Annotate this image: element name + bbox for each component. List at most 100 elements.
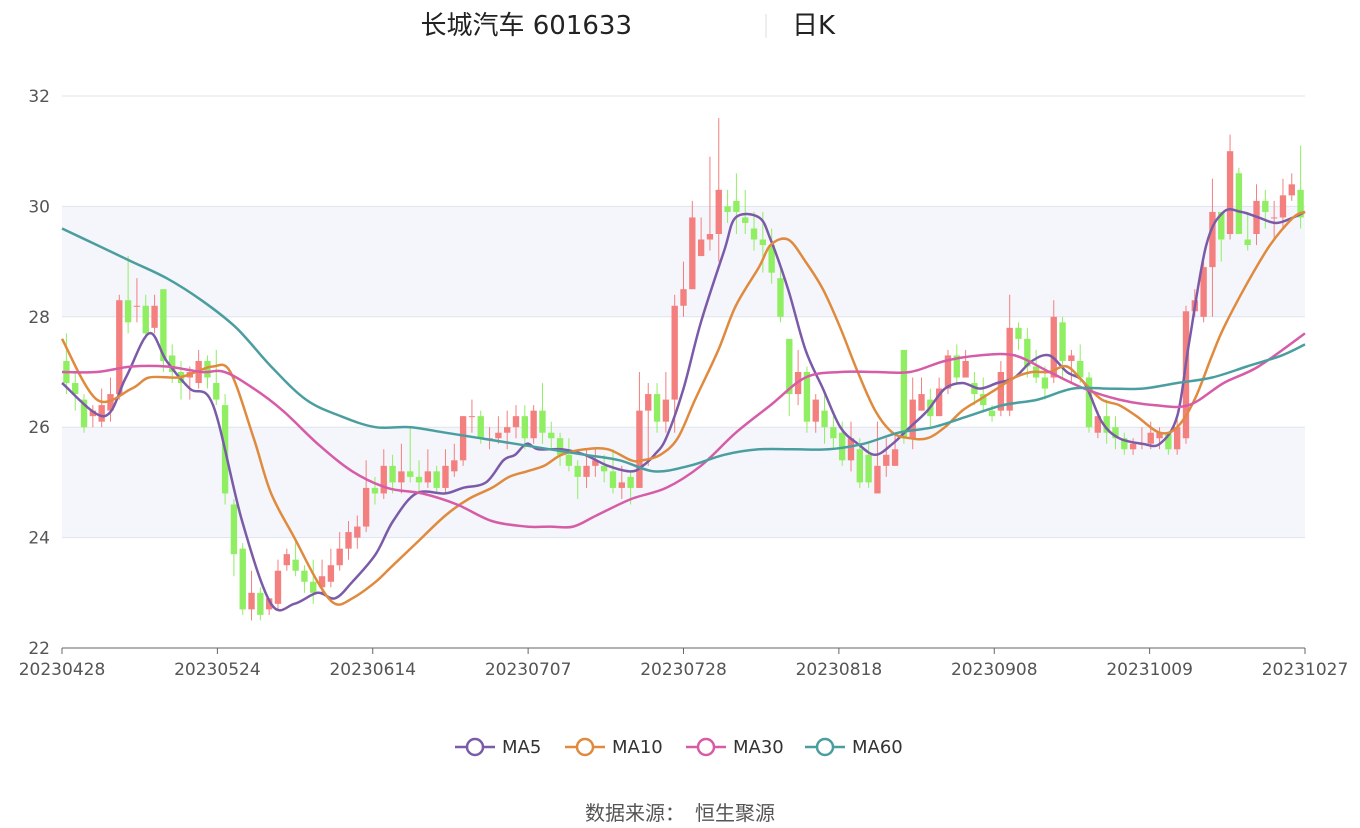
candle-body bbox=[618, 482, 625, 488]
candle-body bbox=[504, 427, 511, 433]
legend-item-ma5[interactable]: MA5 bbox=[455, 737, 541, 758]
candle-body bbox=[759, 239, 767, 246]
candle-body bbox=[1129, 443, 1137, 450]
candle-body bbox=[803, 372, 811, 422]
y-tick-label: 32 bbox=[28, 87, 50, 107]
candle-body bbox=[301, 570, 308, 582]
candle-body bbox=[1147, 432, 1154, 444]
candle-body bbox=[1270, 217, 1278, 219]
candle-body bbox=[715, 189, 722, 234]
candle-body bbox=[821, 410, 828, 428]
candle-body bbox=[142, 305, 149, 334]
candle-body bbox=[116, 300, 123, 395]
candle-body bbox=[380, 465, 387, 494]
candle-body bbox=[733, 200, 740, 212]
candle-body bbox=[988, 410, 996, 417]
source-name: 恒生聚源 bbox=[695, 801, 775, 825]
candle-body bbox=[680, 289, 687, 306]
y-tick-label: 30 bbox=[28, 197, 50, 217]
candle-body bbox=[371, 487, 379, 494]
candle-body bbox=[1068, 355, 1075, 361]
candle-body bbox=[1059, 322, 1066, 361]
candle-body bbox=[354, 526, 361, 538]
legend-marker bbox=[815, 737, 835, 757]
candle-body bbox=[98, 405, 105, 422]
x-tick-label: 20230524 bbox=[174, 660, 261, 680]
candle-body bbox=[724, 206, 731, 212]
y-tick-label: 22 bbox=[28, 639, 50, 659]
x-axis: 20230428 20230524 20230614 20230707 20230728… bbox=[19, 648, 1349, 680]
candle-body bbox=[310, 581, 317, 593]
candle-body bbox=[1235, 173, 1243, 234]
candle-body bbox=[1244, 239, 1251, 246]
candle-body bbox=[856, 449, 863, 483]
y-tick-label: 28 bbox=[28, 308, 50, 328]
candle-body bbox=[812, 399, 819, 422]
candle-body bbox=[151, 305, 158, 328]
candle-body bbox=[830, 427, 837, 439]
candle-body bbox=[442, 465, 449, 488]
candle-body bbox=[1226, 151, 1234, 234]
candle-body bbox=[407, 471, 414, 477]
band-0 bbox=[62, 427, 1305, 538]
candle-body bbox=[133, 305, 141, 307]
x-tick-label: 20231009 bbox=[1106, 660, 1193, 680]
candle-body bbox=[539, 410, 546, 433]
candle-body bbox=[398, 471, 405, 483]
legend-label: MA5 bbox=[502, 737, 541, 758]
candle-body bbox=[415, 476, 423, 483]
legend-label: MA60 bbox=[852, 737, 903, 758]
candle-body bbox=[627, 476, 634, 488]
legend-item-ma30[interactable]: MA30 bbox=[686, 737, 784, 758]
candle-body bbox=[742, 217, 749, 223]
candle-body bbox=[671, 305, 678, 400]
candle-body bbox=[362, 487, 370, 527]
candle-body bbox=[521, 416, 528, 439]
candle-body bbox=[1006, 327, 1013, 411]
background-bands bbox=[62, 206, 1305, 538]
candle-body bbox=[124, 300, 132, 323]
legend-marker bbox=[696, 737, 716, 757]
legend-label: MA30 bbox=[733, 737, 784, 758]
candle-body bbox=[213, 383, 220, 400]
candle-body bbox=[918, 394, 925, 411]
candle-body bbox=[565, 454, 573, 466]
candle-body bbox=[424, 471, 432, 483]
candle-body bbox=[239, 548, 246, 610]
candle-body bbox=[248, 592, 255, 610]
chart-period: 日K bbox=[792, 11, 836, 41]
candle-body bbox=[874, 465, 881, 494]
candle-body bbox=[865, 454, 872, 483]
candle-body bbox=[777, 278, 784, 317]
kline-chart: 长城汽车 601633 日K 222426283032 20230428 2023… bbox=[19, 11, 1349, 825]
x-tick-label: 20230908 bbox=[951, 660, 1038, 680]
source-label: 数据来源： bbox=[585, 801, 685, 825]
x-tick-label: 20230707 bbox=[485, 660, 572, 680]
candle-body bbox=[1041, 377, 1049, 389]
y-axis: 22 24 26 28 30 32 bbox=[28, 87, 50, 659]
candle-body bbox=[574, 465, 581, 477]
candle-body bbox=[230, 504, 238, 555]
candle-body bbox=[883, 454, 890, 466]
legend-item-ma60[interactable]: MA60 bbox=[805, 737, 903, 758]
candle-body bbox=[1209, 211, 1216, 268]
x-tick-label: 20230428 bbox=[19, 660, 106, 680]
candle-body bbox=[636, 410, 643, 488]
x-tick-label: 20230818 bbox=[796, 660, 883, 680]
legend[interactable]: MA5 MA10 MA30 MA60 bbox=[455, 737, 903, 758]
candle-body bbox=[433, 471, 440, 488]
candle-body bbox=[468, 416, 476, 418]
candle-body bbox=[345, 532, 352, 549]
candle-body bbox=[583, 465, 590, 477]
legend-item-ma10[interactable]: MA10 bbox=[565, 737, 663, 758]
candle-body bbox=[1279, 195, 1287, 218]
candle-body bbox=[495, 432, 502, 439]
candle-body bbox=[609, 471, 617, 488]
candle-body bbox=[750, 228, 758, 240]
candle-body bbox=[292, 559, 299, 571]
x-tick-label: 20231027 bbox=[1262, 660, 1349, 680]
candle-body bbox=[283, 554, 290, 566]
candle-body bbox=[530, 410, 537, 439]
candle-body bbox=[327, 565, 335, 582]
candle-body bbox=[653, 394, 661, 422]
